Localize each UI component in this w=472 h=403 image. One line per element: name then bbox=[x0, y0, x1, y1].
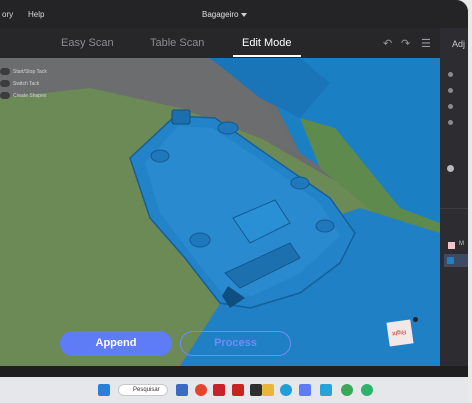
adjust-panel: Adj M bbox=[440, 28, 468, 366]
rack-bolt bbox=[217, 121, 239, 135]
active-tab-indicator bbox=[233, 55, 301, 57]
option-radio[interactable] bbox=[448, 120, 453, 125]
option-radio[interactable] bbox=[448, 72, 453, 77]
tab-easy-scan[interactable]: Easy Scan bbox=[61, 37, 114, 49]
axis-gizmo[interactable]: Right bbox=[386, 317, 418, 347]
process-button[interactable]: Process bbox=[180, 331, 291, 356]
rack-bolt bbox=[189, 232, 211, 248]
hint-label: Start/Stop Tack bbox=[13, 68, 47, 75]
app-icon[interactable] bbox=[213, 384, 225, 396]
menu-icon[interactable]: ☰ bbox=[421, 37, 431, 50]
app-icon[interactable] bbox=[320, 384, 332, 396]
title-bar: ory Help Bagageiro bbox=[0, 0, 468, 28]
tab-edit-mode[interactable]: Edit Mode bbox=[242, 37, 292, 49]
status-strip bbox=[0, 366, 468, 377]
app-icon[interactable] bbox=[176, 384, 188, 396]
gizmo-dot bbox=[413, 317, 418, 322]
option-radio[interactable] bbox=[448, 88, 453, 93]
chrome-icon[interactable] bbox=[195, 384, 207, 396]
menu-item-help[interactable]: Help bbox=[28, 10, 44, 19]
model-row-selected[interactable] bbox=[444, 254, 468, 267]
tab-table-scan[interactable]: Table Scan bbox=[150, 37, 204, 49]
rack-handle bbox=[171, 109, 191, 125]
app-window: ory Help Bagageiro Easy Scan Table Scan … bbox=[0, 0, 468, 400]
project-selector[interactable]: Bagageiro bbox=[202, 10, 248, 19]
taskbar-search[interactable]: Pesquisar bbox=[118, 384, 168, 396]
divider bbox=[440, 208, 468, 209]
model-swatch bbox=[447, 257, 454, 264]
search-placeholder: Pesquisar bbox=[133, 387, 160, 393]
model-swatch bbox=[448, 242, 455, 249]
redo-icon[interactable]: ↷ bbox=[401, 37, 410, 50]
app-icon[interactable] bbox=[232, 384, 244, 396]
hint-label: Create Shapes bbox=[13, 92, 47, 99]
taskbar: Pesquisar bbox=[0, 377, 468, 403]
chevron-down-icon bbox=[241, 12, 248, 17]
scan-mesh bbox=[0, 58, 440, 366]
undo-icon[interactable]: ↶ bbox=[383, 37, 392, 50]
hint-create: Create Shapes bbox=[0, 92, 46, 99]
mode-tabs: Easy Scan Table Scan Edit Mode ↶ ↷ ☰ bbox=[0, 28, 440, 58]
scanner-app-icon[interactable] bbox=[299, 384, 311, 396]
start-icon[interactable] bbox=[98, 384, 110, 396]
app-icon[interactable] bbox=[250, 384, 262, 396]
edge-icon[interactable] bbox=[280, 384, 292, 396]
hint-label: Switch Tack bbox=[13, 80, 40, 87]
menu-item-history[interactable]: ory bbox=[2, 10, 13, 19]
option-radio[interactable] bbox=[448, 104, 453, 109]
app-icon[interactable] bbox=[341, 384, 353, 396]
rack-bolt bbox=[290, 176, 310, 190]
3d-viewport[interactable]: Start/Stop Tack Switch Tack Create Shape… bbox=[0, 58, 440, 366]
model-label: M bbox=[459, 241, 464, 247]
project-name: Bagageiro bbox=[202, 10, 239, 19]
app-icon[interactable] bbox=[361, 384, 373, 396]
hint-switch: Switch Tack bbox=[0, 80, 39, 87]
panel-header: Adj bbox=[452, 39, 466, 49]
rack-bolt bbox=[150, 149, 170, 163]
rack-bolt bbox=[315, 219, 335, 233]
hint-start-stop: Start/Stop Tack bbox=[0, 68, 47, 75]
folder-icon[interactable] bbox=[262, 384, 274, 396]
append-button[interactable]: Append bbox=[60, 331, 172, 356]
option-toggle[interactable] bbox=[447, 165, 454, 172]
